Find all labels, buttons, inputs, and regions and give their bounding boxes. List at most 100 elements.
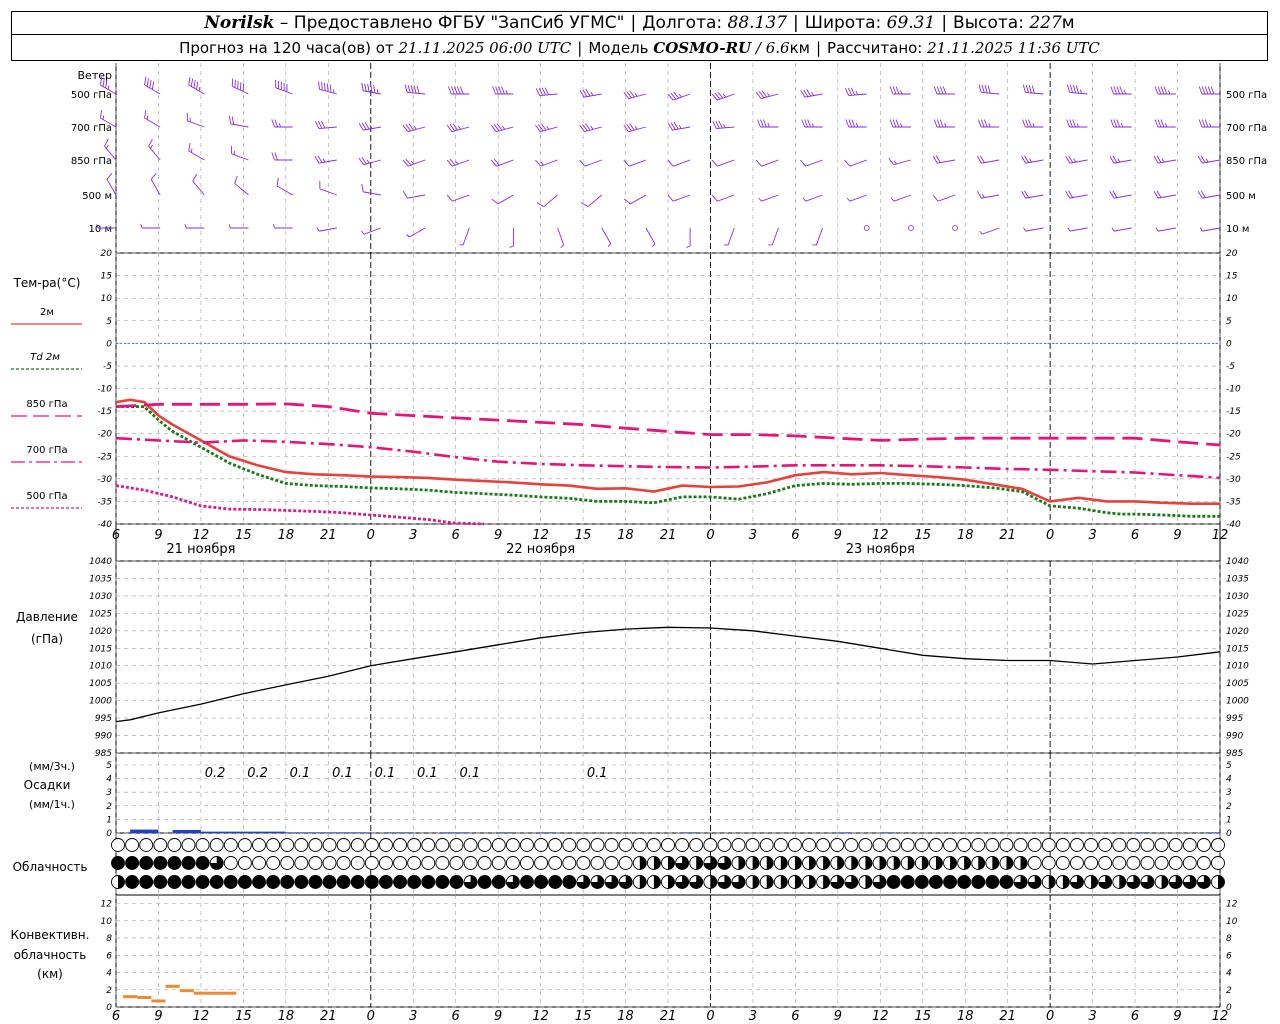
time-tick-label: 12 — [193, 1009, 210, 1024]
temp-y-tick: 15 — [101, 272, 113, 282]
wind-barb-flag — [448, 86, 452, 95]
wind-barb-half-flag — [278, 123, 282, 128]
cloud-octa-low — [1140, 838, 1155, 852]
wind-barb-staff — [407, 194, 426, 199]
conv-cloud-segment — [179, 989, 194, 993]
time-tick-label: 0 — [706, 528, 714, 543]
conv-y-tick: 2 — [106, 986, 112, 996]
cloud-octa-low — [914, 838, 929, 852]
precip-bar — [837, 832, 852, 833]
wind-barb-flag — [844, 159, 851, 167]
cloud-octa-low — [1211, 838, 1225, 852]
wind-barb-half-flag — [1073, 158, 1077, 163]
wind-barb-flag — [895, 119, 900, 128]
wind-barb-flag — [1154, 119, 1159, 128]
temp-y-tick: -25 — [97, 452, 112, 462]
cloud-octa-high-fill — [1218, 875, 1225, 889]
wind-barb-half-flag — [802, 197, 806, 202]
cloud-octa-low — [1126, 838, 1141, 852]
wind-barb-staff — [409, 227, 426, 238]
precip-bar — [200, 831, 244, 833]
wind-barb-half-flag — [981, 193, 985, 198]
wind-barb-flag — [889, 119, 894, 128]
wind-barb-half-flag — [855, 123, 859, 128]
cloud-octa-mid — [280, 856, 295, 870]
cloud-octa-high — [900, 875, 915, 889]
wind-level-label: 850 гПа — [71, 156, 112, 167]
cloud-octa-low — [661, 838, 675, 852]
wind-barb-flag — [228, 115, 232, 124]
wind-barb-flag — [1028, 119, 1032, 128]
cloud-octa-high-fill — [710, 875, 717, 889]
wind-barb-staff — [849, 194, 867, 202]
wind-barb-flag — [977, 119, 982, 128]
cloud-octa-high — [125, 875, 140, 889]
cloud-octa-mid — [223, 856, 238, 870]
conv-cloud-segment — [151, 999, 166, 1003]
wind-barb-staff — [452, 194, 470, 202]
pressure-y-tick-right: 1040 — [1226, 557, 1249, 567]
wind-barb-flag — [1163, 86, 1168, 95]
cloud-octa-low — [350, 838, 365, 852]
cloud-octa-mid — [111, 856, 125, 870]
conv-cloud-segment — [193, 991, 237, 995]
wind-barb-staff — [587, 194, 603, 207]
wind-barb-half-flag — [140, 224, 143, 229]
wind-barb-flag — [1198, 86, 1203, 95]
cloud-octa-low — [604, 838, 619, 852]
wind-barb-half-flag — [457, 125, 461, 130]
cloud-octa-low — [900, 838, 915, 852]
pressure-y-tick-right: 1020 — [1226, 627, 1249, 637]
cloud-octa-mid — [252, 856, 266, 870]
wind-barb-half-flag — [322, 158, 326, 163]
pressure-y-tick: 1015 — [89, 644, 112, 654]
pressure-y-tick: 1020 — [89, 627, 112, 637]
precip-title: Осадки — [24, 778, 71, 792]
cloud-octa-high — [167, 875, 182, 889]
wind-barb-flag — [404, 84, 408, 93]
wind-calm-marker — [907, 225, 914, 231]
cloud-octa-low — [675, 838, 690, 852]
cloud-octa-high-fill — [1091, 875, 1098, 889]
temp-y-tick-right: -20 — [1226, 430, 1241, 440]
wind-barb-flag — [712, 121, 717, 129]
wind-barb-flag — [1201, 86, 1206, 95]
cloud-octa-low — [844, 838, 859, 852]
temp-y-tick: 10 — [101, 294, 113, 304]
wind-barb-flag — [446, 194, 453, 202]
cloud-octa-mid — [322, 856, 337, 870]
wind-barb-flag — [807, 119, 811, 128]
cloud-octa-low — [1196, 838, 1211, 852]
cloud-octa-low — [1070, 838, 1084, 852]
time-tick-label: 15 — [235, 1009, 252, 1024]
wind-barb-flag — [580, 202, 589, 207]
wind-barb-flag — [367, 83, 370, 93]
time-tick-label: 6 — [112, 528, 120, 543]
wind-barb-flag — [188, 77, 191, 86]
wind-barb-flag — [579, 159, 586, 167]
cloud-octa-high — [562, 875, 577, 889]
wind-barb-flag — [196, 81, 199, 90]
precip-bar — [880, 832, 895, 833]
wind-barb-half-flag — [198, 86, 201, 92]
wind-barb-half-flag — [509, 245, 514, 248]
temp-y-tick-right: 15 — [1226, 272, 1238, 282]
time-tick-label: 0 — [367, 528, 375, 543]
wind-barb-half-flag — [540, 161, 544, 166]
wind-barb-flag — [1204, 119, 1209, 128]
wind-barb-half-flag — [502, 125, 506, 130]
cloud-octa-mid — [435, 856, 450, 870]
temp-y-tick-right: -10 — [1226, 385, 1241, 395]
wind-barb-flag — [711, 159, 718, 167]
time-tick-label: 12 — [532, 528, 549, 543]
wind-barb-flag — [192, 174, 198, 182]
cloud-octa-high — [393, 875, 408, 889]
cloud-octa-mid — [477, 856, 492, 870]
pressure-y-tick: 1040 — [89, 557, 112, 567]
wind-barb-half-flag — [758, 197, 762, 202]
cloud-octa-low — [223, 838, 238, 852]
cloud-octa-low — [308, 838, 323, 852]
wind-barb-flag — [193, 80, 196, 89]
temp-legend-label: 850 гПа — [26, 399, 67, 410]
cloud-octa-mid — [1196, 856, 1211, 870]
